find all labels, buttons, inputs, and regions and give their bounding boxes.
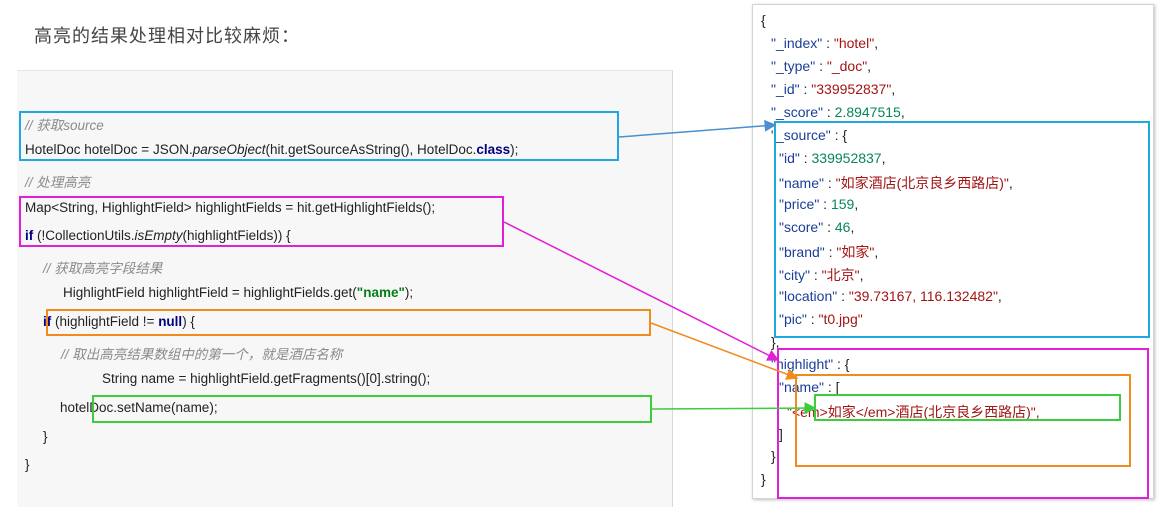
arrow-null-check [650, 322, 799, 380]
connector-arrows [503, 119, 817, 415]
arrow-highlight [503, 221, 780, 361]
arrow-set-name [651, 402, 817, 415]
arrow-source [618, 119, 777, 138]
